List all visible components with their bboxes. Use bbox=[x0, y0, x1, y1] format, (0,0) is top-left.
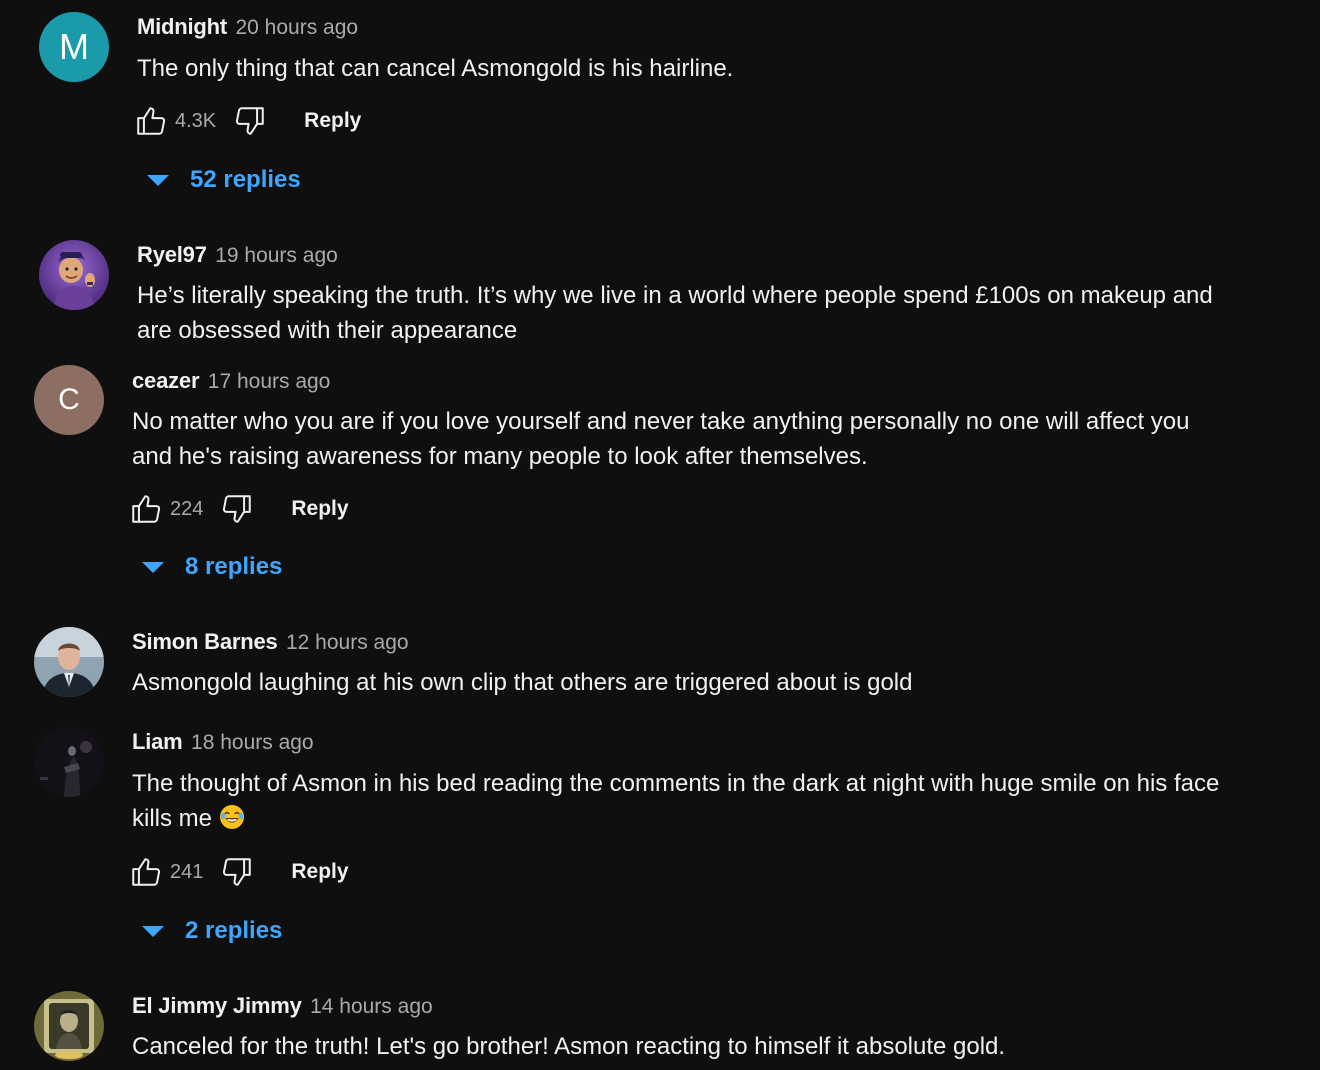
avatar[interactable] bbox=[34, 727, 104, 797]
comment-header: Simon Barnes 12 hours ago bbox=[132, 627, 409, 660]
comment-timestamp[interactable]: 12 hours ago bbox=[286, 631, 409, 654]
thumbs-down-icon bbox=[223, 858, 252, 886]
thumbs-down-icon bbox=[236, 107, 264, 135]
view-replies-button[interactable]: 52 replies bbox=[147, 160, 301, 200]
comment-author[interactable]: ceazer bbox=[132, 368, 200, 393]
dislike-button[interactable] bbox=[230, 101, 270, 141]
comment-text: The thought of Asmon in his bed reading … bbox=[132, 766, 1222, 836]
comment-author[interactable]: Ryel97 bbox=[137, 242, 207, 267]
triangle-down-icon bbox=[142, 561, 164, 573]
comment-header: Liam 18 hours ago bbox=[132, 727, 314, 760]
replies-count-label: 2 replies bbox=[185, 917, 283, 944]
comment-author[interactable]: El Jimmy Jimmy bbox=[132, 993, 302, 1018]
comment-timestamp[interactable]: 19 hours ago bbox=[215, 244, 338, 267]
thumbs-up-icon bbox=[137, 107, 166, 135]
avatar[interactable]: M bbox=[39, 12, 109, 82]
reply-button[interactable]: Reply bbox=[291, 489, 348, 529]
avatar[interactable] bbox=[34, 627, 104, 697]
like-count: 241 bbox=[170, 861, 204, 883]
comment-text: Canceled for the truth! Let's go brother… bbox=[132, 1033, 1006, 1060]
comment-actions: 224 Reply bbox=[126, 489, 349, 529]
avatar-letter: C bbox=[58, 383, 80, 416]
comment-timestamp[interactable]: 17 hours ago bbox=[208, 370, 331, 393]
comment-header: Midnight 20 hours ago bbox=[137, 12, 358, 45]
comment-text-body: The thought of Asmon in his bed reading … bbox=[132, 770, 1220, 832]
like-count: 224 bbox=[170, 498, 204, 520]
comment-header: Ryel97 19 hours ago bbox=[137, 240, 338, 273]
reply-button[interactable]: Reply bbox=[304, 101, 361, 141]
avatar-letter: M bbox=[59, 26, 89, 67]
comment-author[interactable]: Simon Barnes bbox=[132, 629, 278, 654]
comment-timestamp[interactable]: 20 hours ago bbox=[235, 16, 358, 39]
comment-text: He’s literally speaking the truth. It’s … bbox=[137, 282, 1213, 344]
comment-header: ceazer 17 hours ago bbox=[132, 366, 330, 399]
view-replies-button[interactable]: 2 replies bbox=[142, 911, 282, 951]
like-button[interactable] bbox=[131, 101, 171, 141]
comment-text: No matter who you are if you love yourse… bbox=[132, 408, 1190, 470]
tears-of-joy-emoji bbox=[219, 805, 244, 829]
like-button[interactable] bbox=[126, 489, 166, 529]
dislike-button[interactable] bbox=[217, 852, 257, 892]
thumbs-down-icon bbox=[223, 495, 252, 523]
view-replies-button[interactable]: 8 replies bbox=[142, 547, 282, 587]
comment-actions: 4.3K Reply bbox=[131, 101, 361, 141]
dark-photo-avatar-icon bbox=[34, 727, 104, 797]
reply-button[interactable]: Reply bbox=[291, 852, 348, 892]
comment-timestamp[interactable]: 14 hours ago bbox=[310, 995, 433, 1018]
triangle-down-icon bbox=[142, 925, 164, 937]
comment-author[interactable]: Liam bbox=[132, 729, 183, 754]
dislike-button[interactable] bbox=[217, 489, 257, 529]
comment-text: Asmongold laughing at his own clip that … bbox=[132, 669, 913, 696]
comment-text: The only thing that can cancel Asmongold… bbox=[137, 55, 734, 82]
thumbs-up-icon bbox=[132, 858, 161, 886]
comment-actions: 241 Reply bbox=[126, 852, 349, 892]
replies-count-label: 8 replies bbox=[185, 553, 283, 580]
thumbs-up-icon bbox=[132, 495, 161, 523]
comment-header: El Jimmy Jimmy 14 hours ago bbox=[132, 991, 433, 1024]
comment-author[interactable]: Midnight bbox=[137, 14, 227, 39]
cartoon-character-avatar-icon bbox=[39, 240, 109, 310]
triangle-down-icon bbox=[147, 174, 169, 186]
avatar[interactable] bbox=[39, 240, 109, 310]
comments-section: M Midnight 20 hours ago The only thing t… bbox=[0, 0, 1320, 1070]
replies-count-label: 52 replies bbox=[190, 166, 301, 193]
like-count: 4.3K bbox=[175, 110, 217, 132]
person-photo-avatar-icon bbox=[34, 627, 104, 697]
avatar[interactable]: C bbox=[34, 365, 104, 435]
portrait-avatar-icon bbox=[34, 991, 104, 1061]
comment-timestamp[interactable]: 18 hours ago bbox=[191, 731, 314, 754]
avatar[interactable] bbox=[34, 991, 104, 1061]
like-button[interactable] bbox=[126, 852, 166, 892]
